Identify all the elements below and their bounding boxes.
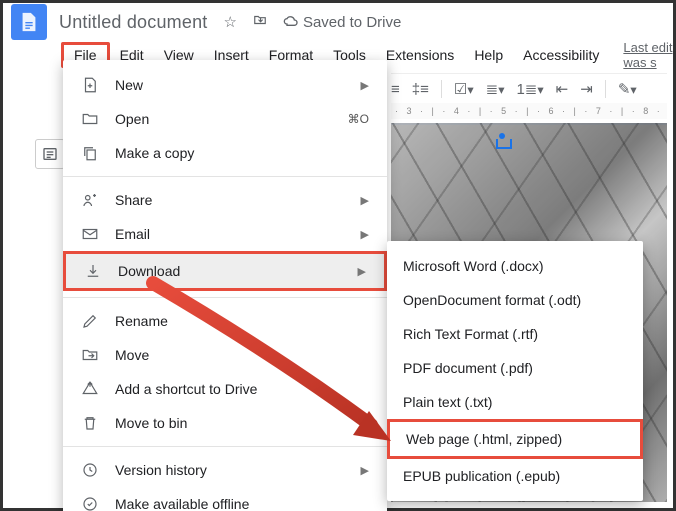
file-menu-dropdown: New ▶ Open ⌘O Make a copy Share ▶ Email … [63, 60, 387, 511]
submenu-item-pdf[interactable]: PDF document (.pdf) [387, 351, 643, 385]
app-window: Untitled document ☆ Saved to Drive File … [0, 0, 676, 511]
label: Add a shortcut to Drive [115, 381, 369, 397]
label: Open [115, 111, 332, 127]
line-spacing-icon[interactable]: ‡≡ [412, 81, 429, 98]
indent-increase-icon[interactable]: ⇥ [580, 80, 593, 98]
label: Version history [115, 462, 345, 478]
star-icon[interactable]: ☆ [223, 13, 236, 31]
trash-icon [81, 414, 99, 432]
share-icon [81, 191, 99, 209]
menu-item-rename[interactable]: Rename [63, 304, 387, 338]
separator [441, 80, 442, 98]
menu-item-make-copy[interactable]: Make a copy [63, 136, 387, 170]
checklist-icon[interactable]: ☑▾ [454, 80, 474, 98]
outline-toggle-icon[interactable] [35, 139, 65, 169]
document-title[interactable]: Untitled document [59, 12, 207, 33]
history-icon [81, 461, 99, 479]
indent-decrease-icon[interactable]: ⇤ [556, 80, 569, 98]
menu-item-offline[interactable]: Make available offline [63, 487, 387, 511]
email-icon [81, 225, 99, 243]
offline-icon [81, 495, 99, 511]
folder-icon [81, 110, 99, 128]
menu-item-move[interactable]: Move [63, 338, 387, 372]
submenu-item-txt[interactable]: Plain text (.txt) [387, 385, 643, 419]
saved-label: Saved to Drive [303, 14, 401, 31]
menu-help[interactable]: Help [464, 44, 513, 66]
menu-item-share[interactable]: Share ▶ [63, 183, 387, 217]
move-icon [81, 346, 99, 364]
label: Email [115, 226, 345, 242]
download-submenu: Microsoft Word (.docx) OpenDocument form… [387, 241, 643, 501]
align-icon[interactable]: ≡ [391, 81, 400, 98]
horizontal-ruler: · 3 · | · 4 · | · 5 · | · 6 · | · 7 · | … [391, 103, 667, 119]
docs-logo-icon[interactable] [11, 4, 47, 40]
menu-item-email[interactable]: Email ▶ [63, 217, 387, 251]
label: Share [115, 192, 345, 208]
submenu-item-html[interactable]: Web page (.html, zipped) [387, 419, 643, 459]
label: Rename [115, 313, 369, 329]
menu-accessibility[interactable]: Accessibility [513, 44, 609, 66]
label: New [115, 77, 345, 93]
submenu-item-docx[interactable]: Microsoft Word (.docx) [387, 249, 643, 283]
label: Make a copy [115, 145, 369, 161]
drive-shortcut-icon [81, 380, 99, 398]
menu-extensions[interactable]: Extensions [376, 44, 464, 66]
move-folder-icon[interactable] [251, 13, 269, 31]
divider [63, 297, 387, 298]
submenu-item-odt[interactable]: OpenDocument format (.odt) [387, 283, 643, 317]
last-edit-link[interactable]: Last edit was s [623, 40, 673, 70]
divider [63, 446, 387, 447]
title-icons: ☆ Saved to Drive [223, 13, 401, 31]
chevron-right-icon: ▶ [361, 79, 369, 92]
submenu-item-rtf[interactable]: Rich Text Format (.rtf) [387, 317, 643, 351]
divider [63, 176, 387, 177]
saved-status: Saved to Drive [283, 14, 401, 31]
label: Download [118, 263, 342, 279]
selection-handle-icon[interactable] [496, 139, 512, 149]
title-bar: Untitled document ☆ Saved to Drive [3, 3, 673, 41]
label: Move [115, 347, 369, 363]
numbered-list-icon[interactable]: 1≣▾ [516, 80, 543, 98]
label: Move to bin [115, 415, 369, 431]
copy-icon [81, 144, 99, 162]
bulleted-list-icon[interactable]: ≣▾ [486, 80, 505, 98]
submenu-item-epub[interactable]: EPUB publication (.epub) [387, 459, 643, 493]
separator [605, 80, 606, 98]
menu-item-download[interactable]: Download ▶ [63, 251, 387, 291]
label: Make available offline [115, 496, 369, 511]
chevron-right-icon: ▶ [361, 464, 369, 477]
file-plus-icon [81, 76, 99, 94]
menu-item-version-history[interactable]: Version history ▶ [63, 453, 387, 487]
edit-mode-icon[interactable]: ✎▾ [618, 80, 637, 98]
pencil-icon [81, 312, 99, 330]
chevron-right-icon: ▶ [361, 228, 369, 241]
shortcut: ⌘O [348, 112, 369, 126]
chevron-right-icon: ▶ [358, 265, 366, 278]
format-toolbar: ≡ ‡≡ ☑▾ ≣▾ 1≣▾ ⇤ ⇥ ✎▾ [391, 73, 667, 104]
menu-item-new[interactable]: New ▶ [63, 68, 387, 102]
download-icon [84, 262, 102, 280]
menu-item-open[interactable]: Open ⌘O [63, 102, 387, 136]
menu-item-move-to-bin[interactable]: Move to bin [63, 406, 387, 440]
menu-item-add-shortcut[interactable]: Add a shortcut to Drive [63, 372, 387, 406]
chevron-right-icon: ▶ [361, 194, 369, 207]
